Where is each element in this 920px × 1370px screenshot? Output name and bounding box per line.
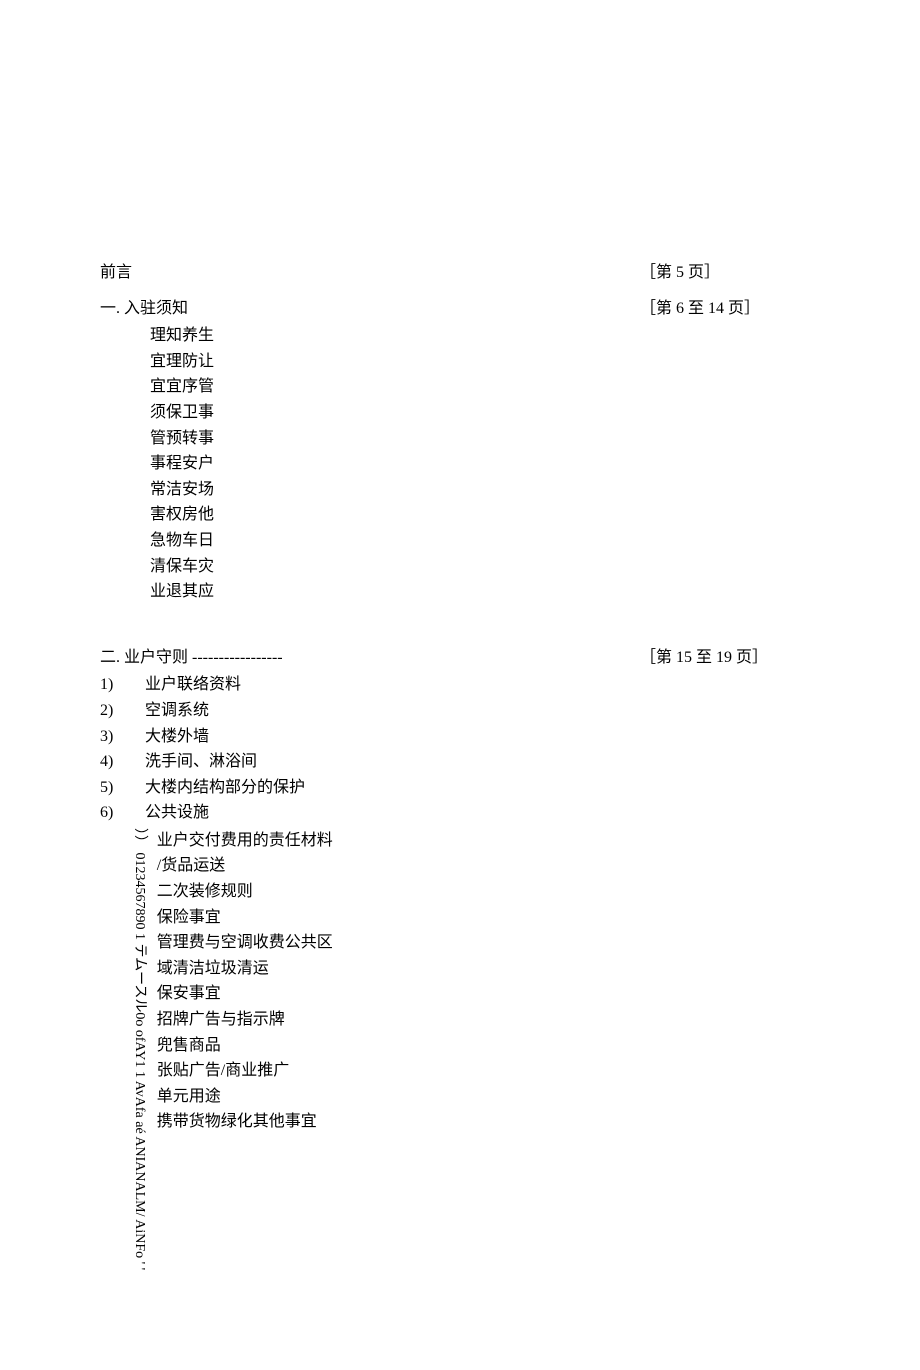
list-item: 5)大楼内结构部分的保护: [100, 775, 820, 801]
subline: 保险事宜: [157, 905, 333, 931]
item-text: 公共设施: [145, 800, 820, 826]
section1-col4: 生 让 管 事 事 户 场 他 日 灾 应: [198, 323, 214, 605]
section1-row: 一. 入驻须知 ［第 6 至 14 页］: [100, 296, 820, 322]
item-text: 大楼内结构部分的保护: [145, 775, 820, 801]
list-item: 1)业户联络资料: [100, 672, 820, 698]
list-item: 2)空调系统: [100, 698, 820, 724]
item-number: 3): [100, 724, 145, 750]
section2-page: ［第 15 至 19 页］: [640, 645, 820, 671]
section2-sublines: 业户交付费用的责任材料/货品运送二次装修规则保险事宜管理费与空调收费公共区域清洁…: [157, 828, 333, 1270]
item-number: 2): [100, 698, 145, 724]
section1-col2: 知 理 宜 保 预 程 洁 权 物 保 退: [166, 323, 182, 605]
section2-dashes: -----------------: [188, 649, 283, 666]
subline: 张贴广告/商业推广: [157, 1058, 333, 1084]
section1-page: ［第 6 至 14 页］: [640, 296, 820, 322]
preface-page: ［第 5 页］: [640, 260, 820, 286]
item-number: 6): [100, 800, 145, 826]
preface-label: 前言: [100, 260, 640, 286]
subline: 兜售商品: [157, 1033, 333, 1059]
list-item: 6)公共设施: [100, 800, 820, 826]
section2-sub-block: ）） 01234567890 1 テムースル0o ofAY1 1 AvAfa a…: [100, 828, 820, 1270]
list-item: 3)大楼外墙: [100, 724, 820, 750]
section2-numbered-list: 1)业户联络资料2)空调系统3)大楼外墙4)洗手间、淋浴间5)大楼内结构部分的保…: [100, 672, 820, 826]
list-item: 4)洗手间、淋浴间: [100, 749, 820, 775]
subline: 业户交付费用的责任材料: [157, 828, 333, 854]
item-number: 4): [100, 749, 145, 775]
subline: 域清洁垃圾清运: [157, 956, 333, 982]
preface-row: 前言 ［第 5 页］: [100, 260, 820, 286]
item-text: 大楼外墙: [145, 724, 820, 750]
subline: 管理费与空调收费公共区: [157, 930, 333, 956]
item-text: 空调系统: [145, 698, 820, 724]
section1-col1: 理 宜 宜 须 管 事 常 害 急 清 业: [150, 323, 166, 605]
item-text: 洗手间、淋浴间: [145, 749, 820, 775]
section1-label: 一. 入驻须知: [100, 296, 640, 322]
subline: 招牌广告与指示牌: [157, 1007, 333, 1033]
section2-label: 二. 业户守则: [100, 649, 188, 666]
subline: 单元用途: [157, 1084, 333, 1110]
subline: /货品运送: [157, 853, 333, 879]
subline: 携带货物绿化其他事宜: [157, 1109, 333, 1135]
section2-row: 二. 业户守则 ----------------- ［第 15 至 19 页］: [100, 645, 820, 671]
section1-col3: 养 防 序 卫 转 安 安 房 车 车 其: [182, 323, 198, 605]
item-number: 1): [100, 672, 145, 698]
subline: 二次装修规则: [157, 879, 333, 905]
item-text: 业户联络资料: [145, 672, 820, 698]
section1-vertical-block: 理 宜 宜 须 管 事 常 害 急 清 业 知 理 宜 保 预 程 洁 权 物 …: [150, 323, 820, 605]
item-number: 5): [100, 775, 145, 801]
section2-rotated-nums: ）） 01234567890 1 テムースル0o ofAY1 1 AvAfa a…: [130, 828, 147, 1270]
subline: 保安事宜: [157, 981, 333, 1007]
